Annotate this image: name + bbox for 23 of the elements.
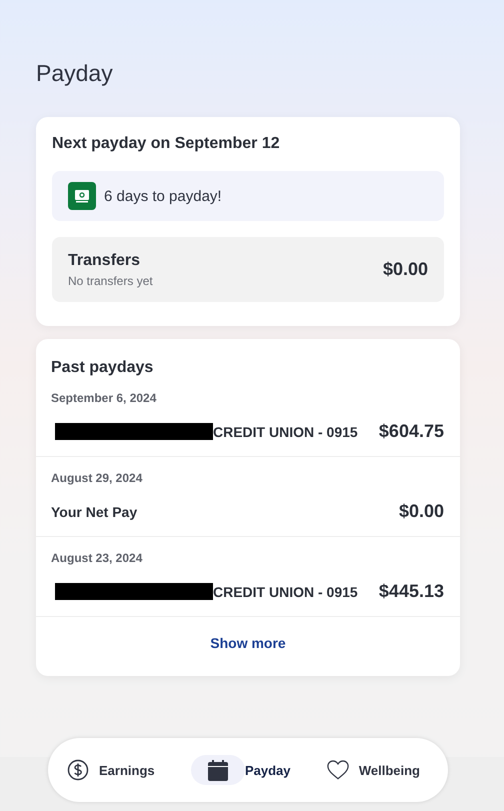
countdown-text: 6 days to payday!	[104, 188, 222, 204]
page-title: Payday	[36, 60, 114, 87]
payday-amount: $604.75	[378, 421, 444, 442]
payday-date: August 29, 2024	[51, 471, 144, 485]
transfers-label: Transfers	[68, 252, 142, 270]
payday-description: CREDIT UNION - 0915	[213, 584, 358, 600]
card-title: Next payday on September 12	[52, 135, 281, 153]
heart-icon	[326, 759, 349, 781]
payday-date: August 23, 2024	[51, 551, 144, 565]
payday-description: CREDIT UNION - 0915	[213, 424, 358, 440]
nav-tab[interactable]: Wellbeing	[326, 759, 420, 781]
payday-description: Your Net Pay	[51, 504, 138, 520]
nav-tab[interactable]: Earnings	[67, 759, 155, 781]
payday-amount: $0.00	[398, 501, 444, 522]
transfers-note: No transfers yet	[68, 274, 153, 288]
payday-amount: $445.13	[378, 581, 444, 602]
transfers-amount: $0.00	[382, 259, 428, 280]
dollar-icon	[67, 759, 89, 781]
payday-date: September 6, 2024	[51, 391, 158, 405]
card-title: Past paydays	[50, 358, 154, 377]
calendar-icon	[208, 760, 228, 780]
show-more-link[interactable]: Show more	[210, 635, 286, 651]
money-icon	[68, 182, 96, 210]
